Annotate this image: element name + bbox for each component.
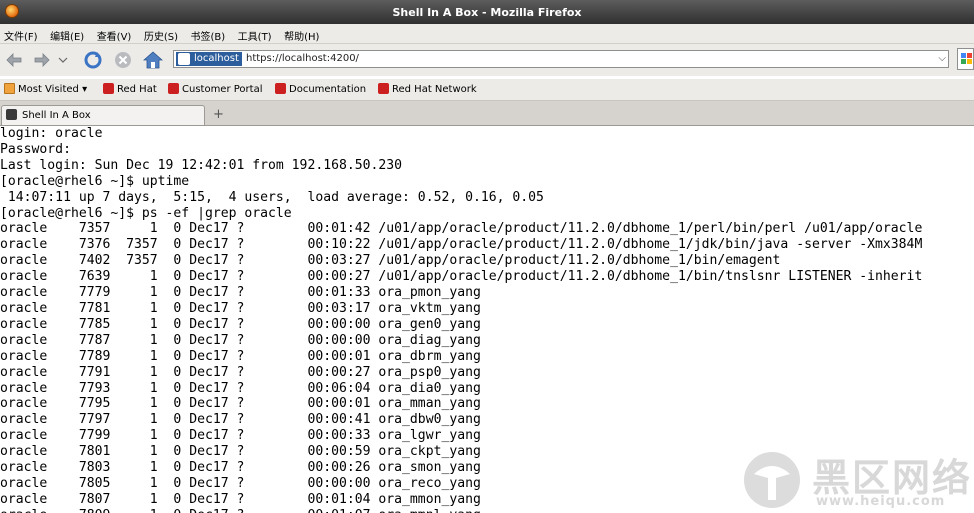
terminal-line: oracle 7787 1 0 Dec17 ? 00:00:00 ora_dia… — [0, 332, 481, 348]
url-text[interactable]: https://localhost:4200/ — [246, 53, 359, 64]
site-identity-label: localhost — [194, 53, 239, 64]
bookmark-red-hat[interactable]: Red Hat — [103, 83, 157, 95]
terminal-line: oracle 7795 1 0 Dec17 ? 00:00:01 ora_mma… — [0, 396, 481, 412]
menu-bar: 文件(F) 编辑(E) 查看(V) 历史(S) 书签(B) 工具(T) 帮助(H… — [0, 24, 974, 44]
redhat-icon — [378, 83, 389, 94]
terminal-line: login: oracle — [0, 126, 103, 141]
navigation-toolbar: localhost https://localhost:4200/ ⌵ — [0, 44, 974, 76]
terminal-line: oracle 7799 1 0 Dec17 ? 00:00:33 ora_lgw… — [0, 428, 481, 444]
url-dropdown-icon[interactable]: ⌵ — [938, 53, 946, 64]
window-titlebar: Shell In A Box - Mozilla Firefox — [0, 0, 974, 24]
folder-icon — [4, 83, 15, 94]
menu-file[interactable]: 文件(F) — [0, 24, 43, 43]
history-dropdown-icon[interactable] — [58, 50, 68, 70]
new-tab-button[interactable]: + — [213, 107, 224, 122]
terminal-line: Last login: Sun Dec 19 12:42:01 from 192… — [0, 157, 403, 173]
watermark-logo-icon — [744, 452, 800, 508]
terminal-line: oracle 7793 1 0 Dec17 ? 00:06:04 ora_dia… — [0, 380, 481, 396]
terminal-line: oracle 7781 1 0 Dec17 ? 00:03:17 ora_vkt… — [0, 300, 481, 316]
tab-favicon-icon — [6, 109, 17, 120]
menu-edit[interactable]: 编辑(E) — [46, 24, 89, 43]
terminal-line: oracle 7797 1 0 Dec17 ? 00:00:41 ora_dbw… — [0, 412, 481, 428]
terminal-line: oracle 7779 1 0 Dec17 ? 00:01:33 ora_pmo… — [0, 285, 481, 301]
terminal-line: oracle 7789 1 0 Dec17 ? 00:00:01 ora_dbr… — [0, 348, 481, 364]
tab-label: Shell In A Box — [22, 110, 91, 121]
bookmark-most-visited[interactable]: Most Visited ▾ — [4, 83, 87, 95]
bookmark-label: Documentation — [289, 84, 367, 95]
menu-history[interactable]: 历史(S) — [140, 24, 183, 43]
back-arrow-icon[interactable] — [5, 50, 25, 70]
tab-shell-in-a-box[interactable]: Shell In A Box — [1, 105, 205, 125]
watermark: 黑区网络 www.heiqu.com — [742, 448, 974, 513]
tab-bar: Shell In A Box + — [0, 101, 974, 126]
terminal-line: oracle 7791 1 0 Dec17 ? 00:00:27 ora_psp… — [0, 364, 481, 380]
bookmark-label: Red Hat Network — [392, 84, 477, 95]
stop-icon[interactable] — [113, 50, 133, 70]
forward-arrow-icon[interactable] — [31, 50, 51, 70]
chevron-down-icon: ▾ — [82, 84, 88, 95]
reload-icon[interactable] — [83, 50, 103, 70]
site-identity-button[interactable]: localhost — [176, 52, 242, 66]
bookmarks-toolbar: Most Visited ▾ Red Hat Customer Portal D… — [0, 79, 974, 101]
home-icon[interactable] — [143, 50, 163, 70]
bookmark-red-hat-network[interactable]: Red Hat Network — [378, 83, 477, 95]
menu-bookmarks[interactable]: 书签(B) — [187, 24, 231, 43]
terminal-line: oracle 7785 1 0 Dec17 ? 00:00:00 ora_gen… — [0, 316, 481, 332]
menu-view[interactable]: 查看(V) — [93, 24, 137, 43]
bookmark-label: Most Visited — [18, 84, 79, 95]
bookmark-customer-portal[interactable]: Customer Portal — [168, 83, 262, 95]
menu-help[interactable]: 帮助(H) — [280, 24, 324, 43]
terminal-line: oracle 7639 1 0 Dec17 ? 00:00:27 /u01/ap… — [0, 269, 923, 285]
bookmark-documentation[interactable]: Documentation — [275, 83, 366, 95]
redhat-icon — [103, 83, 114, 94]
bookmark-label: Customer Portal — [182, 84, 263, 95]
redhat-icon — [168, 83, 179, 94]
terminal-line: oracle 7357 1 0 Dec17 ? 00:01:42 /u01/ap… — [0, 221, 923, 237]
search-engine-button[interactable] — [957, 48, 974, 70]
site-favicon-icon — [178, 53, 190, 65]
terminal-line: oracle 7376 7357 0 Dec17 ? 00:10:22 /u01… — [0, 237, 923, 253]
bookmark-label: Red Hat — [117, 84, 157, 95]
watermark-url-text: www.heiqu.com — [816, 494, 946, 509]
terminal-line: [oracle@rhel6 ~]$ uptime — [0, 173, 190, 189]
redhat-icon — [275, 83, 286, 94]
search-engine-icon — [961, 53, 972, 64]
window-title: Shell In A Box - Mozilla Firefox — [392, 6, 582, 19]
terminal-line: Password: — [0, 141, 71, 157]
terminal-line: [oracle@rhel6 ~]$ ps -ef |grep oracle — [0, 205, 292, 221]
menu-tools[interactable]: 工具(T) — [234, 24, 277, 43]
terminal-line: oracle 7402 7357 0 Dec17 ? 00:03:27 /u01… — [0, 253, 781, 269]
url-bar[interactable]: localhost https://localhost:4200/ ⌵ — [173, 50, 949, 68]
terminal-line: 14:07:11 up 7 days, 5:15, 4 users, load … — [0, 189, 544, 205]
